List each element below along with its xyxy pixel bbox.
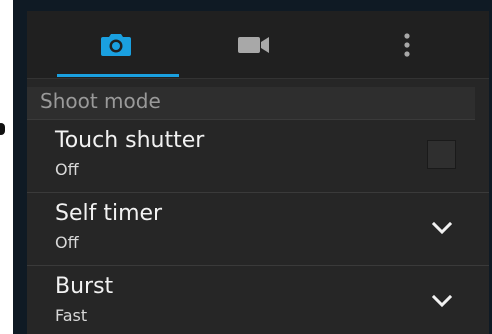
setting-row-touch-shutter[interactable]: Touch shutter Off [27,120,489,193]
more-options-button[interactable] [357,11,457,79]
video-camera-icon [238,37,269,53]
screenshot: Shoot mode Touch shutter Off Self timer … [0,0,492,334]
page-margin [0,0,13,334]
side-indicator-dot [0,123,5,135]
setting-title: Burst [55,274,114,299]
setting-title: Self timer [55,201,163,226]
camera-settings-panel: Shoot mode Touch shutter Off Self timer … [27,11,489,334]
tab-bar-divider [27,78,489,79]
tab-video-settings[interactable] [190,11,318,79]
settings-tab-bar [27,11,489,79]
section-header-shoot-mode: Shoot mode [27,87,475,120]
section-title: Shoot mode [40,89,161,113]
chevron-down-icon[interactable] [431,217,453,239]
setting-value: Off [55,233,79,252]
setting-row-burst[interactable]: Burst Fast [27,266,489,334]
setting-value: Off [55,160,79,179]
setting-title: Touch shutter [55,128,205,153]
touch-shutter-checkbox[interactable] [427,140,456,169]
device-frame: Shoot mode Touch shutter Off Self timer … [13,0,492,334]
more-vert-icon [404,33,410,57]
chevron-down-icon[interactable] [431,290,453,312]
camera-icon [101,34,131,56]
tab-photo-settings[interactable] [53,11,179,79]
setting-value: Fast [55,306,88,325]
active-tab-indicator [57,74,179,77]
setting-row-self-timer[interactable]: Self timer Off [27,193,489,266]
